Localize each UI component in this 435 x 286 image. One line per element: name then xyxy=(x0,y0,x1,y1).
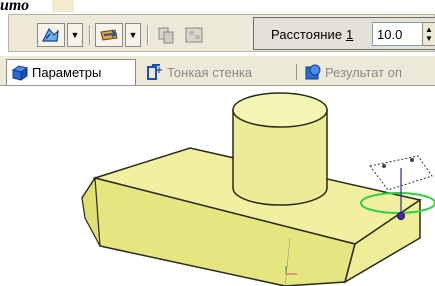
distance-input[interactable] xyxy=(372,22,424,46)
paste-parts-icon xyxy=(185,27,203,43)
tab-parameters[interactable]: Параметры xyxy=(6,59,136,85)
result-icon xyxy=(305,64,321,80)
operation-mode-button[interactable] xyxy=(37,23,65,47)
thin-wall-icon xyxy=(147,64,162,80)
copy-parts-icon xyxy=(158,27,174,44)
tab-label: Тонкая стенка xyxy=(167,64,253,80)
direction-dropdown[interactable]: ▼ xyxy=(125,23,141,47)
tab-label: Параметры xyxy=(32,65,102,80)
direction-button[interactable] xyxy=(95,23,123,47)
tab-divider xyxy=(296,64,297,80)
copy-parts-button[interactable] xyxy=(153,23,179,47)
toolbar-separator xyxy=(89,25,91,45)
property-tabs: Параметры Тонкая стенка Результат оп xyxy=(0,56,435,86)
header-highlight xyxy=(52,0,74,12)
manipulator-handle[interactable] xyxy=(410,158,414,162)
distance-label: Расстояние 1 xyxy=(271,27,354,42)
paste-parts-button[interactable] xyxy=(181,23,207,47)
distance-spinner[interactable]: ▲ ▼ xyxy=(422,22,435,46)
operation-mode-icon xyxy=(42,27,59,42)
manipulator-handle[interactable] xyxy=(397,212,405,220)
top-strip: ито xyxy=(0,0,435,14)
parameters-icon xyxy=(11,64,29,81)
model-scene xyxy=(81,92,435,286)
tab-thin-wall[interactable]: Тонкая стенка xyxy=(142,59,292,85)
model-viewport[interactable] xyxy=(0,88,435,286)
operation-mode-dropdown[interactable]: ▼ xyxy=(67,23,83,47)
spin-up-icon[interactable]: ▲ xyxy=(425,25,433,34)
properties-toolbar: ▼ ▼ Расстояние 1 ▲▼ xyxy=(8,14,435,52)
tab-label: Результат оп xyxy=(325,64,403,80)
header-fragment: ито xyxy=(0,0,30,14)
spin-down-icon[interactable]: ▼ xyxy=(425,34,433,43)
direction-icon xyxy=(100,29,118,41)
toolbar-separator xyxy=(147,25,149,45)
manipulator-handle[interactable] xyxy=(382,164,386,168)
cylinder-top xyxy=(232,92,328,128)
tab-result[interactable]: Результат оп xyxy=(300,59,435,85)
